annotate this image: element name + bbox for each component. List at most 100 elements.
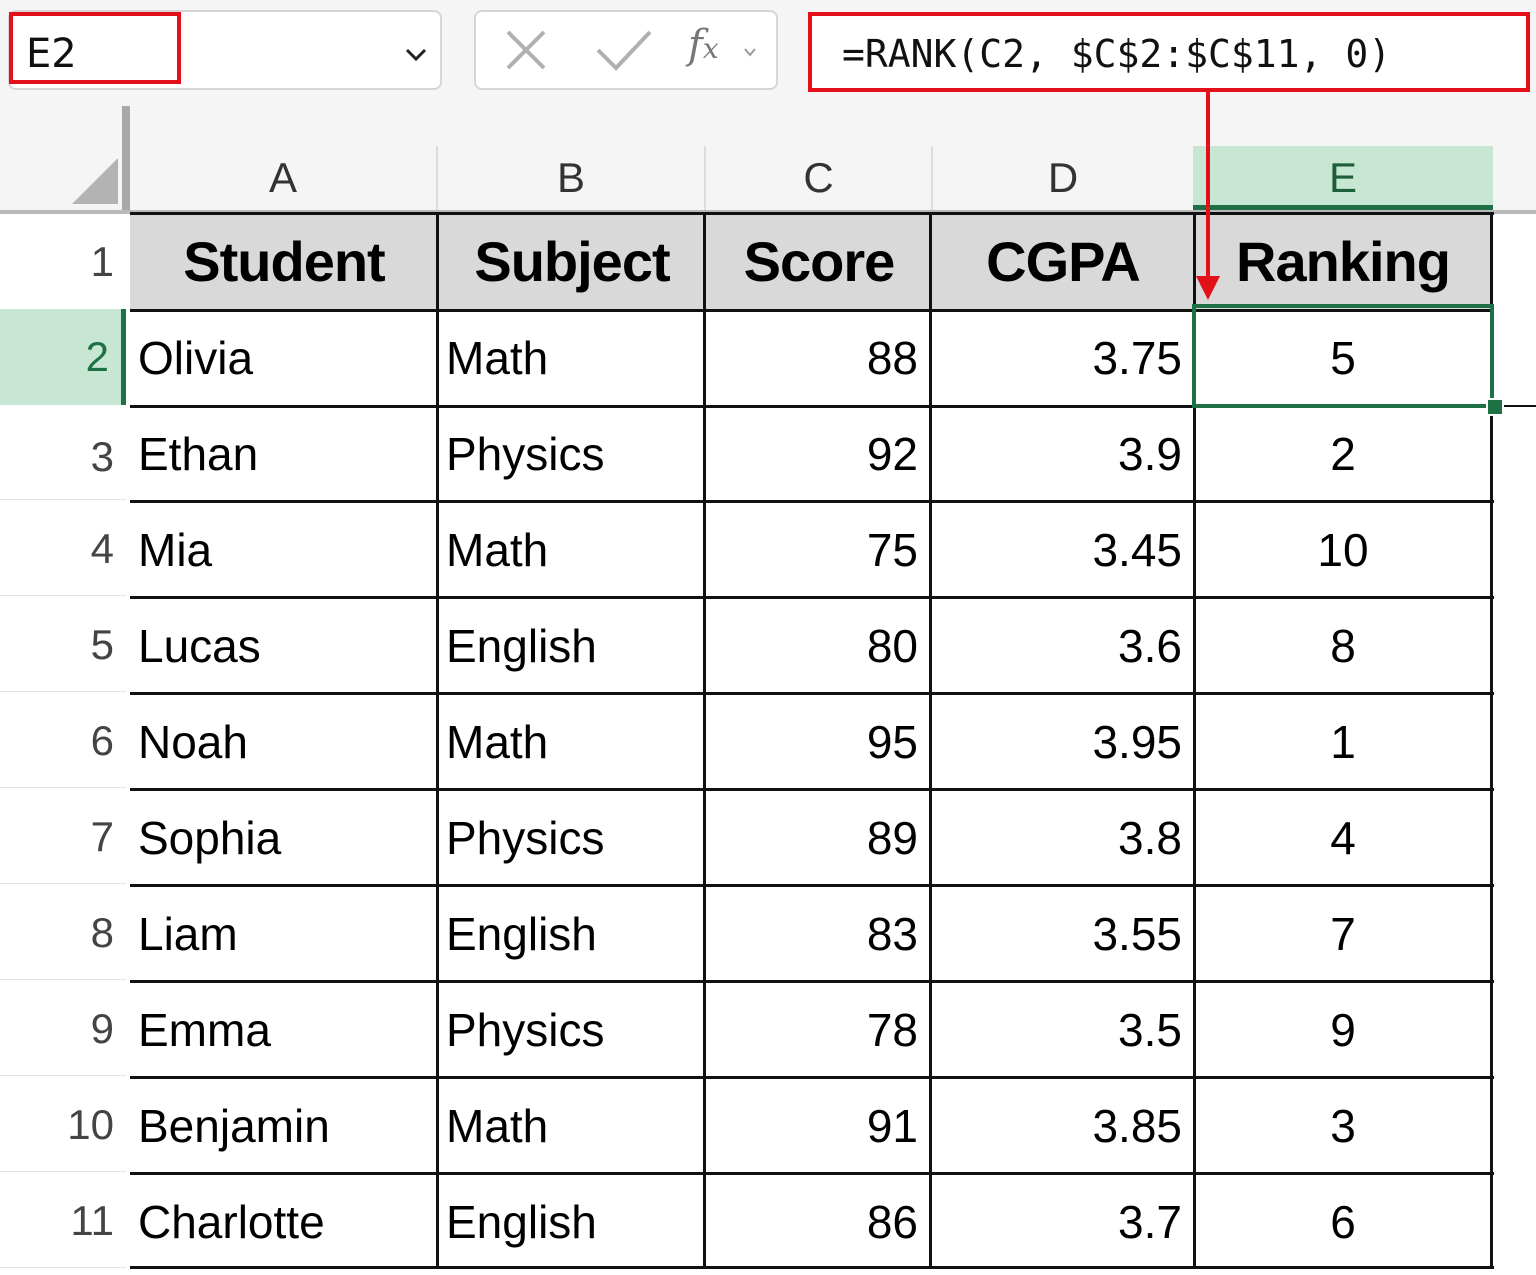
function-icon: fx xyxy=(688,22,719,68)
cgpa-cell[interactable]: 3.85 xyxy=(932,1077,1194,1173)
student-cell[interactable]: Lucas xyxy=(130,597,436,693)
score-cell[interactable]: 91 xyxy=(706,1077,930,1173)
score-cell[interactable]: 89 xyxy=(706,789,930,885)
row-header-8[interactable]: 8 xyxy=(0,885,126,981)
score-cell[interactable]: 83 xyxy=(706,885,930,981)
subject-cell[interactable]: English xyxy=(438,1173,704,1269)
row-header-9[interactable]: 9 xyxy=(0,981,126,1077)
student-cell[interactable]: Emma xyxy=(130,981,436,1077)
student-cell[interactable]: Benjamin xyxy=(130,1077,436,1173)
fill-handle[interactable] xyxy=(1486,398,1504,416)
table-header-cell[interactable]: CGPA xyxy=(932,214,1194,309)
row-header-divider xyxy=(0,1171,126,1172)
subject-cell[interactable]: English xyxy=(438,597,704,693)
column-header-b[interactable]: B xyxy=(438,146,704,210)
score-cell[interactable]: 95 xyxy=(706,693,930,789)
row-header-divider xyxy=(0,595,126,596)
table-border xyxy=(130,596,1494,599)
formula-input[interactable]: =RANK(C2, $C$2:$C$11, 0) xyxy=(808,12,1530,92)
score-cell[interactable]: 78 xyxy=(706,981,930,1077)
subject-cell[interactable]: Math xyxy=(438,693,704,789)
row-header-3[interactable]: 3 xyxy=(0,405,126,501)
subject-cell[interactable]: Physics xyxy=(438,789,704,885)
table-border xyxy=(130,1172,1494,1175)
table-border xyxy=(130,980,1494,983)
subject-cell[interactable]: Math xyxy=(438,309,704,405)
chevron-down-icon[interactable] xyxy=(402,40,430,68)
row-header-divider xyxy=(0,691,126,692)
insert-function-button[interactable]: fx xyxy=(688,22,758,78)
ranking-cell[interactable]: 7 xyxy=(1196,885,1490,981)
cgpa-cell[interactable]: 3.9 xyxy=(932,405,1194,501)
student-cell[interactable]: Sophia xyxy=(130,789,436,885)
row-header-6[interactable]: 6 xyxy=(0,693,126,789)
row-header-10[interactable]: 10 xyxy=(0,1077,126,1173)
table-header-cell[interactable]: Student xyxy=(130,214,438,309)
cgpa-cell[interactable]: 3.8 xyxy=(932,789,1194,885)
score-cell[interactable]: 88 xyxy=(706,309,930,405)
score-cell[interactable]: 75 xyxy=(706,501,930,597)
row-header-4[interactable]: 4 xyxy=(0,501,126,597)
cgpa-cell[interactable]: 3.6 xyxy=(932,597,1194,693)
table-header-cell[interactable]: Subject xyxy=(438,214,706,309)
corner-divider xyxy=(122,106,130,212)
ranking-cell[interactable]: 3 xyxy=(1196,1077,1490,1173)
subject-cell[interactable]: Physics xyxy=(438,981,704,1077)
student-cell[interactable]: Charlotte xyxy=(130,1173,436,1269)
enter-icon[interactable] xyxy=(594,28,654,72)
cancel-icon[interactable] xyxy=(504,28,548,72)
row-header-2[interactable]: 2 xyxy=(0,309,126,405)
formula-bar: E2 fx =RANK(C2, $C$2:$C$11, 0) xyxy=(0,0,1536,108)
cgpa-cell[interactable]: 3.7 xyxy=(932,1173,1194,1269)
column-header-c[interactable]: C xyxy=(706,146,931,210)
cgpa-cell[interactable]: 3.75 xyxy=(932,309,1194,405)
score-cell[interactable]: 92 xyxy=(706,405,930,501)
ranking-cell[interactable]: 9 xyxy=(1196,981,1490,1077)
ranking-cell[interactable]: 2 xyxy=(1196,405,1490,501)
column-header-d[interactable]: D xyxy=(933,146,1193,210)
table-border xyxy=(130,500,1494,503)
student-cell[interactable]: Olivia xyxy=(130,309,436,405)
ranking-cell[interactable]: 1 xyxy=(1196,693,1490,789)
row-header-divider xyxy=(0,1075,126,1076)
ranking-cell[interactable]: 10 xyxy=(1196,501,1490,597)
row-header-1[interactable]: 1 xyxy=(0,214,126,309)
row-header-5[interactable]: 5 xyxy=(0,597,126,693)
formula-text: =RANK(C2, $C$2:$C$11, 0) xyxy=(842,32,1392,76)
subject-cell[interactable]: Math xyxy=(438,1077,704,1173)
column-header-e[interactable]: E xyxy=(1193,146,1493,210)
score-cell[interactable]: 86 xyxy=(706,1173,930,1269)
student-cell[interactable]: Liam xyxy=(130,885,436,981)
table-border xyxy=(929,212,932,1269)
score-cell[interactable]: 80 xyxy=(706,597,930,693)
cgpa-cell[interactable]: 3.45 xyxy=(932,501,1194,597)
active-cell-e2[interactable] xyxy=(1192,304,1494,408)
row-header-divider xyxy=(0,979,126,980)
worksheet-grid: A B C D E 1 2 3 4 5 6 7 8 9 10 11 Studen… xyxy=(0,106,1536,1275)
table-border xyxy=(703,212,706,1269)
row-header-7[interactable]: 7 xyxy=(0,789,126,885)
row-header-11[interactable]: 11 xyxy=(0,1173,126,1269)
student-cell[interactable]: Ethan xyxy=(130,405,436,501)
table-border xyxy=(130,212,1494,215)
subject-cell[interactable]: Math xyxy=(438,501,704,597)
cgpa-cell[interactable]: 3.55 xyxy=(932,885,1194,981)
subject-cell[interactable]: English xyxy=(438,885,704,981)
table-header-cell[interactable]: Score xyxy=(706,214,932,309)
student-cell[interactable]: Noah xyxy=(130,693,436,789)
table-border xyxy=(130,1266,1494,1269)
subject-cell[interactable]: Physics xyxy=(438,405,704,501)
arrow-down-icon xyxy=(1196,276,1220,300)
cgpa-cell[interactable]: 3.5 xyxy=(932,981,1194,1077)
ranking-cell[interactable]: 4 xyxy=(1196,789,1490,885)
row-header-divider xyxy=(0,1267,126,1268)
formula-controls: fx xyxy=(474,10,778,90)
cgpa-cell[interactable]: 3.95 xyxy=(932,693,1194,789)
student-cell[interactable]: Mia xyxy=(130,501,436,597)
ranking-cell[interactable]: 6 xyxy=(1196,1173,1490,1269)
column-header-a[interactable]: A xyxy=(130,146,436,210)
table-header-cell[interactable]: Ranking xyxy=(1194,214,1492,309)
ranking-cell[interactable]: 8 xyxy=(1196,597,1490,693)
name-box-highlight xyxy=(9,12,181,84)
select-all-icon[interactable] xyxy=(70,156,120,206)
